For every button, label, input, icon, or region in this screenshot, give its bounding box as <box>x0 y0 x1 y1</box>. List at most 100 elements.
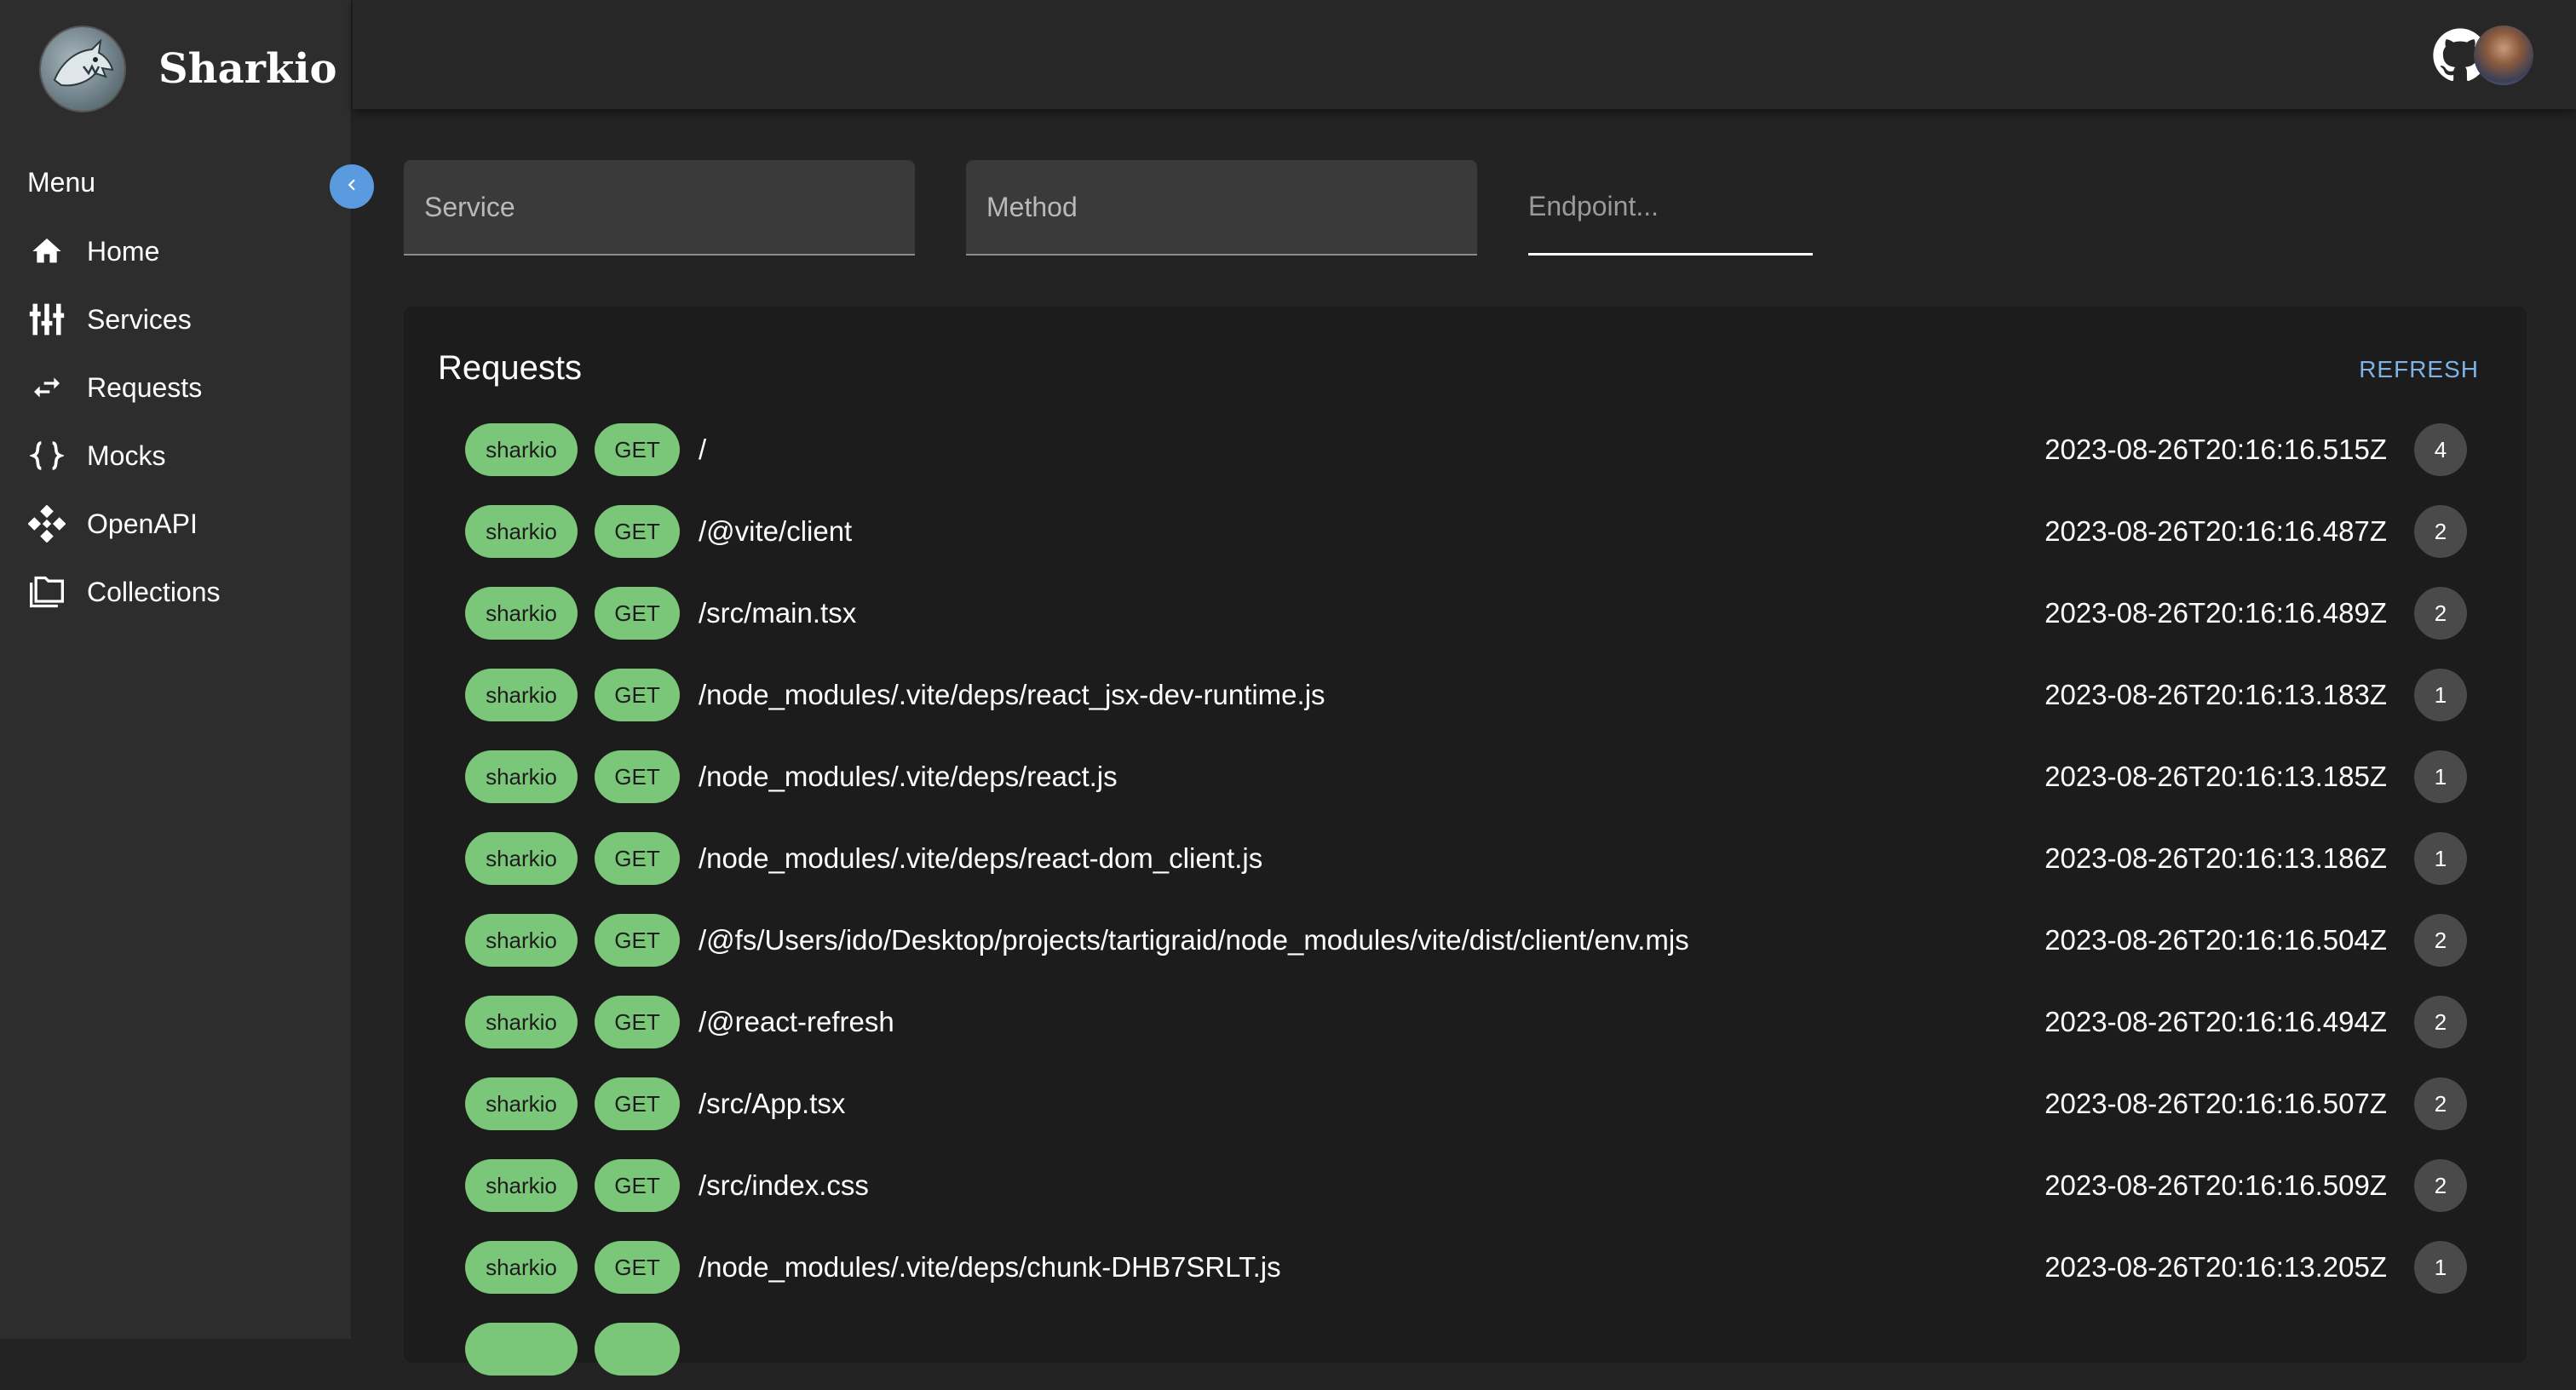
openapi-icon <box>27 504 66 543</box>
request-path: /node_modules/.vite/deps/react-dom_clien… <box>699 842 1263 874</box>
method-chip[interactable]: GET <box>595 914 680 967</box>
sidebar-item-services[interactable]: Services <box>0 285 352 353</box>
request-timestamp: 2023-08-26T20:16:16.507Z <box>2044 1088 2387 1119</box>
sidebar-item-label: Home <box>87 235 160 267</box>
request-timestamp: 2023-08-26T20:16:13.205Z <box>2044 1251 2387 1283</box>
method-chip[interactable]: GET <box>595 669 680 721</box>
method-chip[interactable]: GET <box>595 587 680 640</box>
table-row[interactable]: sharkio GET /src/index.css 2023-08-26T20… <box>404 1145 2527 1226</box>
table-row[interactable]: sharkio GET /@fs/Users/ido/Desktop/proje… <box>404 899 2527 981</box>
request-path: /src/App.tsx <box>699 1088 846 1119</box>
method-chip[interactable]: GET <box>595 423 680 476</box>
service-chip[interactable]: sharkio <box>465 914 578 967</box>
method-chip[interactable]: GET <box>595 1077 680 1130</box>
sidebar-item-label: Collections <box>87 576 221 607</box>
request-path: /@fs/Users/ido/Desktop/projects/tartigra… <box>699 924 1689 956</box>
request-count-badge: 2 <box>2414 505 2467 558</box>
service-chip[interactable]: sharkio <box>465 832 578 885</box>
sidebar-item-home[interactable]: Home <box>0 217 352 285</box>
request-timestamp: 2023-08-26T20:16:16.515Z <box>2044 434 2387 465</box>
sidebar-item-mocks[interactable]: Mocks <box>0 422 352 490</box>
service-chip[interactable]: sharkio <box>465 587 578 640</box>
service-input[interactable] <box>404 160 915 254</box>
request-path: /src/index.css <box>699 1169 869 1201</box>
table-row[interactable]: sharkio GET /node_modules/.vite/deps/chu… <box>404 1226 2527 1308</box>
app-name: Sharkio <box>158 45 337 93</box>
service-chip[interactable]: sharkio <box>465 669 578 721</box>
request-path: /node_modules/.vite/deps/chunk-DHB7SRLT.… <box>699 1251 1281 1283</box>
collapse-sidebar-button[interactable] <box>330 164 374 209</box>
request-path: / <box>699 434 707 465</box>
sidebar-item-label: Mocks <box>87 439 166 471</box>
brand[interactable]: Sharkio <box>39 26 336 112</box>
sidebar-item-openapi[interactable]: OpenAPI <box>0 490 352 558</box>
table-row[interactable]: sharkio GET /@react-refresh 2023-08-26T2… <box>404 981 2527 1063</box>
request-count-badge: 2 <box>2414 1077 2467 1130</box>
request-count-badge: 1 <box>2414 832 2467 885</box>
service-chip[interactable] <box>465 1323 578 1376</box>
method-filter[interactable] <box>966 160 1477 256</box>
method-chip[interactable]: GET <box>595 1241 680 1294</box>
request-count-badge: 1 <box>2414 750 2467 803</box>
method-chip[interactable]: GET <box>595 505 680 558</box>
request-path: /@react-refresh <box>699 1006 894 1037</box>
service-filter[interactable] <box>404 160 915 256</box>
swap-arrows-icon <box>27 368 66 407</box>
avatar[interactable] <box>2474 26 2533 85</box>
sidebar-item-label: Services <box>87 303 192 335</box>
request-path: /@vite/client <box>699 515 853 547</box>
table-row[interactable] <box>404 1308 2527 1390</box>
method-chip[interactable]: GET <box>595 1159 680 1212</box>
request-timestamp: 2023-08-26T20:16:16.504Z <box>2044 924 2387 956</box>
top-bar <box>353 0 2576 109</box>
sliders-icon <box>27 300 66 339</box>
service-chip[interactable]: sharkio <box>465 750 578 803</box>
service-chip[interactable]: sharkio <box>465 996 578 1048</box>
endpoint-filter[interactable] <box>1528 160 1813 256</box>
service-chip[interactable]: sharkio <box>465 1159 578 1212</box>
folders-icon <box>27 572 66 612</box>
sidebar-item-collections[interactable]: Collections <box>0 558 352 626</box>
requests-list: sharkio GET / 2023-08-26T20:16:16.515Z 4… <box>404 409 2527 1390</box>
table-row[interactable]: sharkio GET /src/App.tsx 2023-08-26T20:1… <box>404 1063 2527 1145</box>
request-count-badge: 2 <box>2414 587 2467 640</box>
table-row[interactable]: sharkio GET /@vite/client 2023-08-26T20:… <box>404 491 2527 572</box>
menu-label: Menu <box>27 167 96 198</box>
table-row[interactable]: sharkio GET /node_modules/.vite/deps/rea… <box>404 736 2527 818</box>
request-timestamp: 2023-08-26T20:16:16.509Z <box>2044 1169 2387 1201</box>
request-path: /node_modules/.vite/deps/react_jsx-dev-r… <box>699 679 1325 710</box>
sidebar-item-label: OpenAPI <box>87 508 198 539</box>
request-timestamp: 2023-08-26T20:16:16.494Z <box>2044 1006 2387 1037</box>
refresh-button[interactable]: REFRESH <box>2359 356 2479 383</box>
shark-logo-icon <box>39 26 126 112</box>
method-chip[interactable]: GET <box>595 996 680 1048</box>
method-chip[interactable] <box>595 1323 680 1376</box>
method-chip[interactable]: GET <box>595 832 680 885</box>
method-input[interactable] <box>966 160 1477 254</box>
braces-icon <box>27 436 66 475</box>
request-count-badge: 2 <box>2414 1159 2467 1212</box>
service-chip[interactable]: sharkio <box>465 1077 578 1130</box>
request-path: /src/main.tsx <box>699 597 857 629</box>
table-row[interactable]: sharkio GET /node_modules/.vite/deps/rea… <box>404 654 2527 736</box>
sidebar-item-requests[interactable]: Requests <box>0 353 352 422</box>
sidebar-item-label: Requests <box>87 371 203 403</box>
request-timestamp: 2023-08-26T20:16:13.185Z <box>2044 761 2387 792</box>
request-timestamp: 2023-08-26T20:16:13.186Z <box>2044 842 2387 874</box>
panel-title: Requests <box>438 349 582 387</box>
sidebar: Sharkio Menu Home Services Requests Mock… <box>0 0 352 1339</box>
service-chip[interactable]: sharkio <box>465 505 578 558</box>
endpoint-input[interactable] <box>1528 160 1813 253</box>
service-chip[interactable]: sharkio <box>465 423 578 476</box>
table-row[interactable]: sharkio GET /src/main.tsx 2023-08-26T20:… <box>404 572 2527 654</box>
requests-panel: Requests REFRESH sharkio GET / 2023-08-2… <box>404 307 2527 1376</box>
service-chip[interactable]: sharkio <box>465 1241 578 1294</box>
request-count-badge: 1 <box>2414 669 2467 721</box>
method-chip[interactable]: GET <box>595 750 680 803</box>
home-icon <box>27 232 66 271</box>
request-count-badge: 4 <box>2414 423 2467 476</box>
table-row[interactable]: sharkio GET /node_modules/.vite/deps/rea… <box>404 818 2527 899</box>
table-row[interactable]: sharkio GET / 2023-08-26T20:16:16.515Z 4 <box>404 409 2527 491</box>
request-count-badge: 2 <box>2414 914 2467 967</box>
request-timestamp: 2023-08-26T20:16:16.487Z <box>2044 515 2387 547</box>
